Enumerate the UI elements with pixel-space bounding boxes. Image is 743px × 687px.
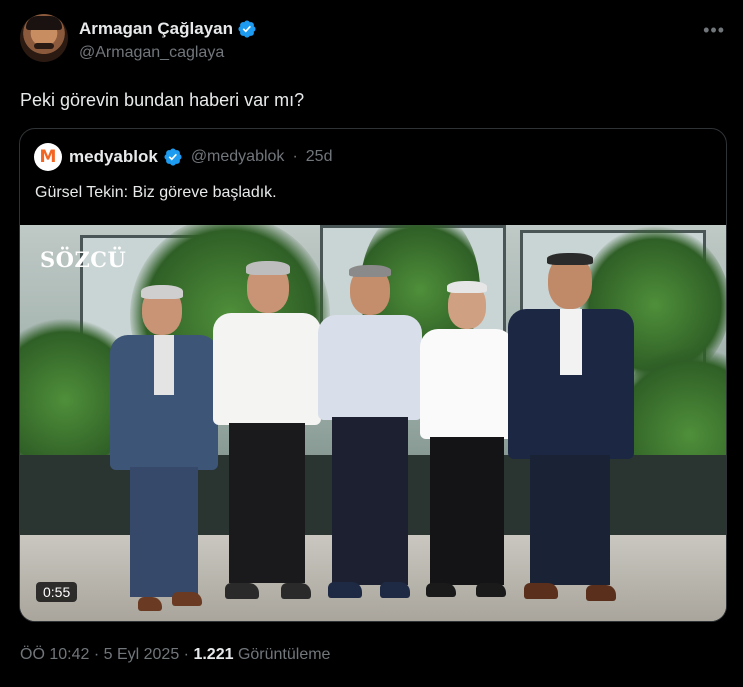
quoted-header: M medyablok @medyablok · 25d <box>34 143 332 171</box>
person-figure <box>213 261 323 613</box>
quoted-display-name[interactable]: medyablok <box>69 147 158 167</box>
author-avatar[interactable] <box>20 14 68 62</box>
verified-badge-icon <box>164 148 182 166</box>
person-figure <box>318 265 424 612</box>
tweet-meta: ÖÖ 10:42 · 5 Eyl 2025 · 1.221 Görüntülem… <box>20 646 330 664</box>
video-player[interactable]: SÖZCÜ 0:55 <box>20 225 726 621</box>
views-count: 1.221 <box>193 646 234 663</box>
person-figure <box>420 281 516 613</box>
views-label: Görüntüleme <box>237 646 331 663</box>
quoted-age[interactable]: 25d <box>306 148 333 166</box>
tweet-text: Peki görevin bundan haberi var mı? <box>20 90 305 110</box>
verified-badge-icon <box>238 20 256 38</box>
medyablok-logo-icon: M <box>34 143 62 171</box>
sozcu-watermark: SÖZCÜ <box>40 247 127 272</box>
tweet-header: Armagan Çağlayan @Armagan_caglaya ••• <box>20 12 729 68</box>
more-options-icon[interactable]: ••• <box>703 20 725 41</box>
author-handle[interactable]: @Armagan_caglaya <box>79 44 224 62</box>
tweet-date[interactable]: 5 Eyl 2025 <box>104 646 180 663</box>
author-name-line: Armagan Çağlayan <box>79 19 257 39</box>
separator-dot: · <box>93 646 100 663</box>
quoted-text: Gürsel Tekin: Biz göreve başladık. <box>35 184 277 201</box>
video-duration-badge: 0:55 <box>36 582 78 602</box>
quoted-tweet-card[interactable]: M medyablok @medyablok · 25d Gürsel Teki… <box>19 128 727 622</box>
quoted-handle[interactable]: @medyablok <box>191 148 285 166</box>
person-figure <box>110 285 220 621</box>
tweet-time[interactable]: ÖÖ 10:42 <box>20 646 89 663</box>
separator-dot: · <box>183 646 189 663</box>
author-display-name[interactable]: Armagan Çağlayan <box>79 19 233 39</box>
separator-dot: · <box>292 148 298 165</box>
person-figure <box>508 253 636 620</box>
